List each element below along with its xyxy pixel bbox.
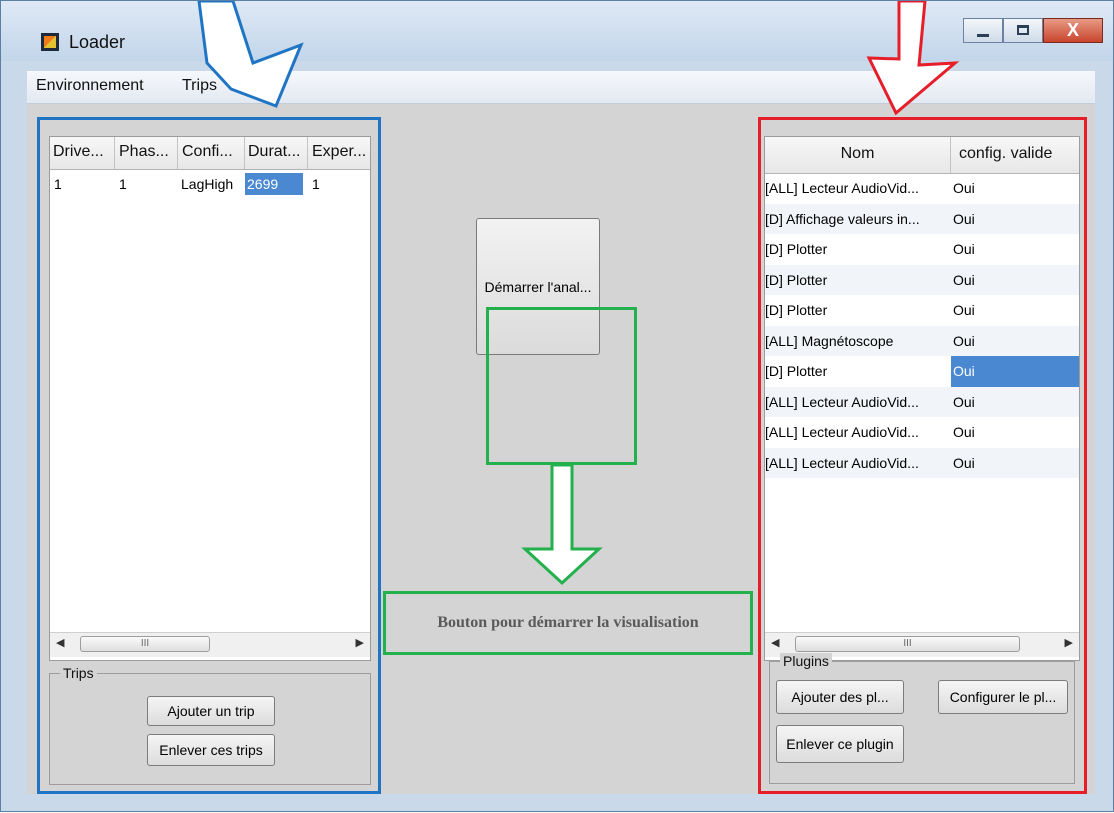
close-button[interactable]: X — [1043, 18, 1103, 43]
loader-window: Loader X Environnement Trips Drive... Ph… — [0, 0, 1114, 812]
window-title: Loader — [69, 32, 126, 52]
menu-bar: Environnement Trips — [27, 71, 1095, 104]
window-controls: X — [963, 18, 1103, 43]
title-bar: Loader X — [1, 1, 1113, 61]
start-button-highlight — [486, 307, 637, 465]
menu-environnement[interactable]: Environnement — [36, 77, 144, 95]
matlab-app-icon — [41, 33, 59, 51]
trips-panel-highlight — [37, 117, 381, 794]
maximize-button[interactable] — [1003, 18, 1043, 43]
menu-trips[interactable]: Trips — [182, 77, 217, 95]
minimize-button[interactable] — [963, 18, 1003, 43]
plugins-panel-highlight — [758, 117, 1087, 794]
annotation-caption: Bouton pour démarrer la visualisation — [383, 591, 753, 655]
start-analysis-label: Démarrer l'anal... — [484, 278, 592, 295]
